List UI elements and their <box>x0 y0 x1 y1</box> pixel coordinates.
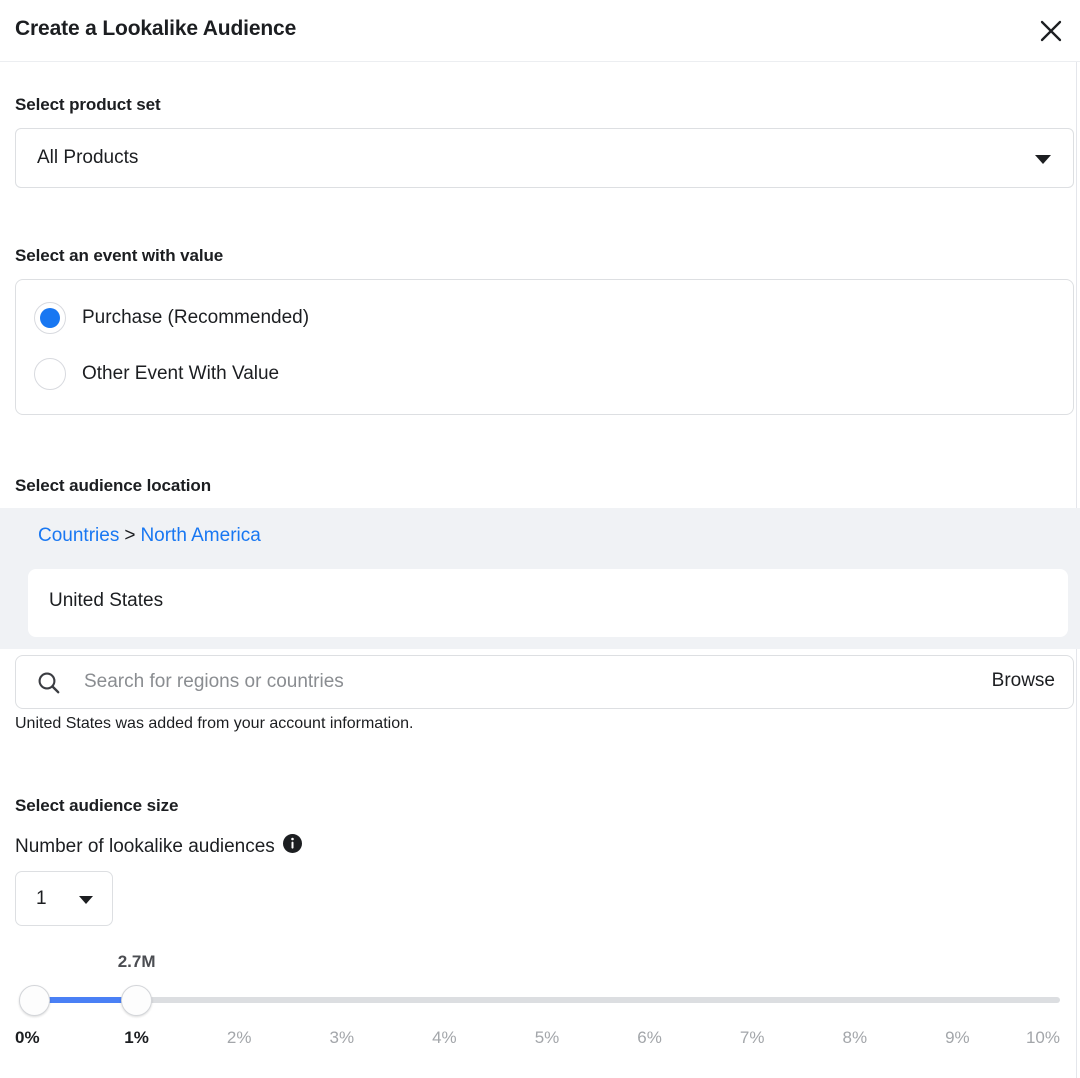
close-icon <box>1039 19 1063 43</box>
close-button[interactable] <box>1032 12 1070 50</box>
location-search-box: Browse <box>15 655 1074 709</box>
location-panel: Countries > North America United States <box>0 508 1080 649</box>
audience-size-label: Select audience size <box>15 796 179 815</box>
create-lookalike-audience-dialog: Create a Lookalike Audience Select produ… <box>0 0 1080 1078</box>
slider-tick-1: 1% <box>124 1028 149 1047</box>
slider-handle-lower[interactable] <box>18 985 50 1016</box>
lookalike-count-text: Number of lookalike audiences <box>15 835 275 857</box>
page-title: Create a Lookalike Audience <box>15 17 297 40</box>
slider-handle-upper[interactable] <box>121 985 153 1016</box>
slider-tick-10: 10% <box>1025 1028 1060 1047</box>
product-set-select[interactable]: All Products <box>15 128 1074 188</box>
radio-dot <box>40 308 60 328</box>
audience-size-slider: 2.7M 0% 1% 2% 3% 4% 5% 6% 7% 8% 9% 10% <box>0 945 1080 1078</box>
event-radio-group: Purchase (Recommended) Other Event With … <box>15 279 1074 415</box>
product-set-value: All Products <box>37 147 139 168</box>
chevron-down-icon <box>79 896 93 904</box>
location-helper-text: United States was added from your accoun… <box>15 715 414 732</box>
audience-location-label: Select audience location <box>15 476 211 495</box>
slider-tick-4: 4% <box>432 1028 457 1047</box>
radio-button-selected <box>34 302 66 334</box>
info-icon[interactable] <box>282 834 302 859</box>
breadcrumb-countries-link[interactable]: Countries <box>38 525 119 546</box>
search-input[interactable] <box>84 656 914 708</box>
radio-label-purchase: Purchase (Recommended) <box>82 307 310 328</box>
slider-tick-8: 8% <box>842 1028 868 1047</box>
slider-tick-9: 9% <box>945 1028 970 1047</box>
breadcrumb-separator: > <box>124 525 136 546</box>
selected-location-text: United States <box>49 590 164 611</box>
slider-tick-0: 0% <box>15 1028 40 1047</box>
radio-option-other-event[interactable]: Other Event With Value <box>34 358 279 390</box>
radio-label-other-event: Other Event With Value <box>82 363 280 384</box>
slider-value-label: 2.7M <box>117 952 156 971</box>
dialog-header: Create a Lookalike Audience <box>0 0 1080 62</box>
slider-track[interactable] <box>34 997 1060 1003</box>
browse-button[interactable]: Browse <box>992 670 1055 692</box>
event-label: Select an event with value <box>15 246 224 265</box>
slider-tick-2: 2% <box>226 1028 252 1047</box>
radio-button-unselected <box>34 358 66 390</box>
slider-tick-3: 3% <box>329 1028 355 1047</box>
product-set-label: Select product set <box>15 95 161 114</box>
lookalike-count-select[interactable]: 1 <box>15 871 113 926</box>
slider-tick-6: 6% <box>637 1028 662 1047</box>
slider-tick-7: 7% <box>739 1028 765 1047</box>
lookalike-count-value: 1 <box>36 888 47 909</box>
breadcrumb-north-america-link[interactable]: North America <box>140 525 260 546</box>
lookalike-count-label: Number of lookalike audiences <box>15 834 302 859</box>
slider-tick-5: 5% <box>534 1028 560 1047</box>
chevron-down-icon <box>1035 155 1051 164</box>
breadcrumb: Countries > North America <box>38 525 261 547</box>
selected-location-chip[interactable]: United States <box>28 569 1068 637</box>
search-icon <box>36 670 62 701</box>
radio-option-purchase[interactable]: Purchase (Recommended) <box>34 302 309 334</box>
